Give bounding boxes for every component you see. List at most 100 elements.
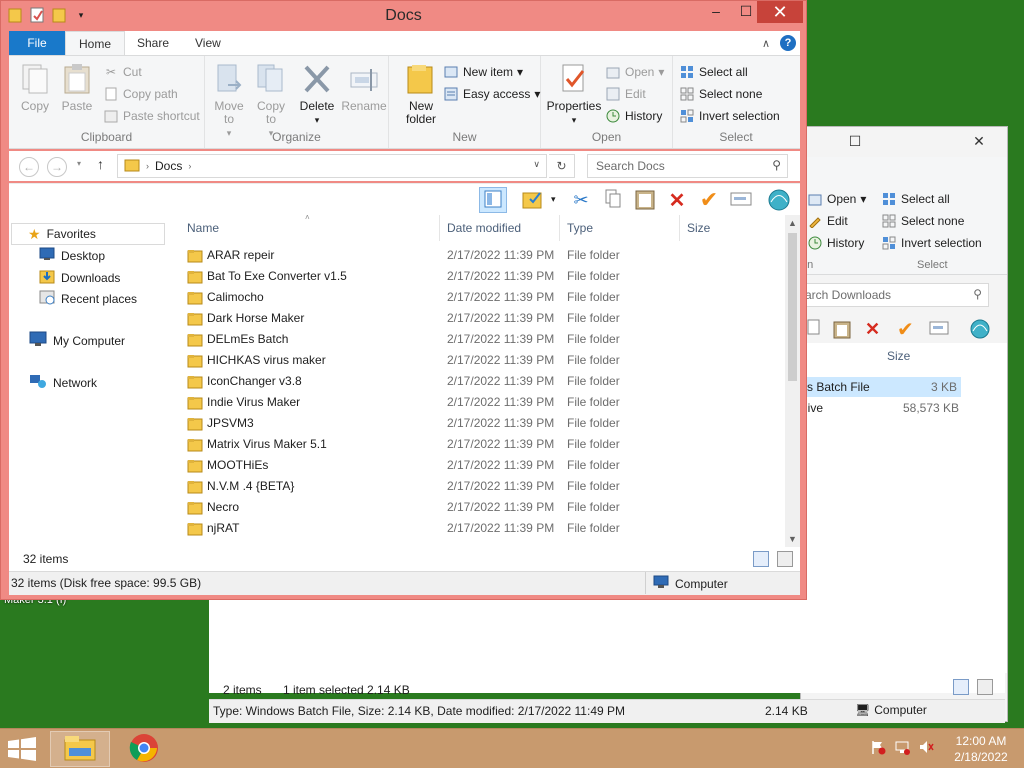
new-folder-button[interactable]: New folder	[401, 62, 441, 126]
invert-selection-button[interactable]: Invert selection	[679, 108, 780, 124]
vertical-scrollbar[interactable]: ▲ ▼	[785, 215, 800, 547]
table-row[interactable]: vs Batch File 3 KB	[801, 377, 961, 397]
bg-titlebar[interactable]: ☐ ✕	[801, 127, 1007, 155]
column-divider[interactable]	[679, 215, 680, 241]
column-header-name[interactable]: Name	[187, 215, 219, 241]
bg-select-all-button[interactable]: Select all	[881, 191, 950, 207]
preview-pane-button[interactable]	[479, 187, 507, 213]
cut-button[interactable]: ✂ Cut	[103, 64, 142, 80]
network-tray-icon[interactable]	[894, 739, 910, 758]
copy-path-button[interactable]: Copy path	[103, 86, 178, 102]
scroll-up-icon[interactable]: ▲	[785, 215, 800, 231]
paste-tool-button[interactable]	[631, 187, 659, 213]
column-header-size[interactable]: Size	[687, 215, 710, 241]
nav-network[interactable]: Network	[29, 373, 97, 392]
table-row[interactable]: Bat To Exe Converter v1.5 2/17/2022 11:39…	[177, 266, 777, 287]
table-row[interactable]: HICHKAS virus maker 2/17/2022 11:39 PM Fil…	[177, 350, 777, 371]
scroll-down-icon[interactable]: ▼	[785, 531, 800, 547]
nav-item-recent-places[interactable]: Recent places	[39, 289, 137, 308]
check-icon[interactable]: ✔	[897, 317, 914, 342]
delete-tool-button[interactable]: ✕	[663, 187, 691, 213]
nav-item-downloads[interactable]: Downloads	[39, 268, 120, 287]
nav-item-desktop[interactable]: Desktop	[39, 247, 105, 264]
copy-to-button[interactable]: Copy to ▾	[251, 62, 291, 140]
bg-close-button[interactable]: ✕	[965, 130, 993, 152]
paste-button[interactable]: Paste	[57, 62, 97, 113]
table-row[interactable]: Calimocho 2/17/2022 11:39 PM File folder	[177, 287, 777, 308]
history-button[interactable]: History	[605, 108, 662, 124]
shell-icon[interactable]	[969, 317, 991, 342]
delete-icon[interactable]: ✕	[865, 319, 880, 340]
bg-maximize-button[interactable]: ☐	[841, 130, 869, 152]
bg-invert-selection-button[interactable]: Invert selection	[881, 235, 982, 251]
cut-tool-button[interactable]: ✂	[567, 187, 595, 213]
paste-icon[interactable]	[833, 319, 851, 342]
table-row[interactable]: hive 58,573 KB	[801, 398, 961, 418]
copy-icon[interactable]	[805, 319, 821, 340]
shell-tool-button[interactable]	[765, 187, 793, 213]
explorer-window[interactable]: ▾ Docs – ☐ ✕ File Home Share View ∧ ? Co…	[0, 0, 807, 600]
table-row[interactable]: Dark Horse Maker 2/17/2022 11:39 PM File f…	[177, 308, 777, 329]
large-icons-view-icon[interactable]	[977, 679, 993, 695]
search-input[interactable]: Search Docs ⚲	[587, 154, 788, 178]
help-icon[interactable]: ?	[780, 35, 796, 51]
select-all-button[interactable]: Select all	[679, 64, 748, 80]
table-row[interactable]: MOOTHiEs 2/17/2022 11:39 PM File folder	[177, 455, 777, 476]
bg-column-size[interactable]: Size	[887, 349, 910, 363]
table-row[interactable]: IconChanger v3.8 2/17/2022 11:39 PM File f…	[177, 371, 777, 392]
edit-button[interactable]: Edit	[605, 86, 646, 102]
up-button[interactable]: ↑	[97, 156, 104, 172]
table-row[interactable]: N.V.M .4 {BETA} 2/17/2022 11:39 PM File fo…	[177, 476, 777, 497]
column-divider[interactable]	[559, 215, 560, 241]
tab-share[interactable]: Share	[127, 31, 179, 55]
address-bar[interactable]: › Docs › ∨	[117, 154, 547, 178]
refresh-button[interactable]: ↻	[549, 154, 575, 178]
close-button[interactable]: ✕	[757, 1, 803, 23]
tab-file[interactable]: File	[9, 31, 65, 55]
paste-shortcut-button[interactable]: Paste shortcut	[103, 108, 200, 124]
breadcrumb-docs[interactable]: Docs	[155, 159, 182, 173]
table-row[interactable]: njRAT 2/17/2022 11:39 PM File folder	[177, 518, 777, 539]
taskbar-file-explorer[interactable]	[50, 731, 110, 767]
new-item-button[interactable]: New item ▾	[443, 64, 523, 80]
bg-history-button[interactable]: History	[807, 235, 864, 251]
action-center-flag-icon[interactable]	[870, 739, 886, 758]
large-icons-view-icon[interactable]	[777, 551, 793, 567]
details-view-icon[interactable]	[753, 551, 769, 567]
table-row[interactable]: Matrix Virus Maker 5.1 2/17/2022 11:39 PM…	[177, 434, 777, 455]
rename-tool-button[interactable]	[727, 187, 755, 213]
easy-access-button[interactable]: Easy access ▾	[443, 86, 540, 102]
open-button[interactable]: Open ▾	[605, 64, 664, 80]
column-header-type[interactable]: Type	[567, 215, 593, 241]
bg-open-button[interactable]: Open ▾	[807, 191, 866, 207]
properties-tool-button[interactable]: ✔	[695, 187, 723, 213]
table-row[interactable]: Indie Virus Maker 2/17/2022 11:39 PM File …	[177, 392, 777, 413]
details-view-icon[interactable]	[953, 679, 969, 695]
scroll-thumb[interactable]	[788, 233, 797, 381]
folder-options-button[interactable]	[519, 187, 547, 213]
nav-my-computer[interactable]: My Computer	[29, 331, 125, 350]
copy-button[interactable]: Copy	[15, 62, 55, 113]
select-none-button[interactable]: Select none	[679, 86, 762, 102]
properties-button[interactable]: Properties ▾	[545, 62, 603, 127]
bg-edit-button[interactable]: Edit	[807, 213, 848, 229]
delete-button[interactable]: Delete ▾	[297, 62, 337, 127]
rename-button[interactable]: Rename	[341, 62, 387, 113]
table-row[interactable]: JPSVM3 2/17/2022 11:39 PM File folder	[177, 413, 777, 434]
column-divider[interactable]	[439, 215, 440, 241]
move-to-button[interactable]: Move to ▾	[209, 62, 249, 140]
bg-search-input[interactable]: arch Downloads ⚲	[801, 283, 989, 307]
recent-locations-icon[interactable]: ▾	[77, 159, 81, 168]
address-dropdown-icon[interactable]: ∨	[533, 159, 540, 170]
copy-tool-button[interactable]	[599, 187, 627, 213]
titlebar[interactable]: ▾ Docs – ☐ ✕	[1, 1, 806, 31]
tab-home[interactable]: Home	[65, 31, 125, 55]
clock[interactable]: 12:00 AM 2/18/2022	[944, 733, 1018, 765]
table-row[interactable]: Necro 2/17/2022 11:39 PM File folder	[177, 497, 777, 518]
rename-icon[interactable]	[929, 321, 949, 338]
volume-muted-icon[interactable]	[918, 739, 934, 758]
start-button[interactable]	[8, 737, 36, 764]
column-header-date[interactable]: Date modified	[447, 215, 521, 241]
collapse-ribbon-icon[interactable]: ∧	[762, 37, 770, 50]
minimize-button[interactable]: –	[701, 1, 731, 23]
